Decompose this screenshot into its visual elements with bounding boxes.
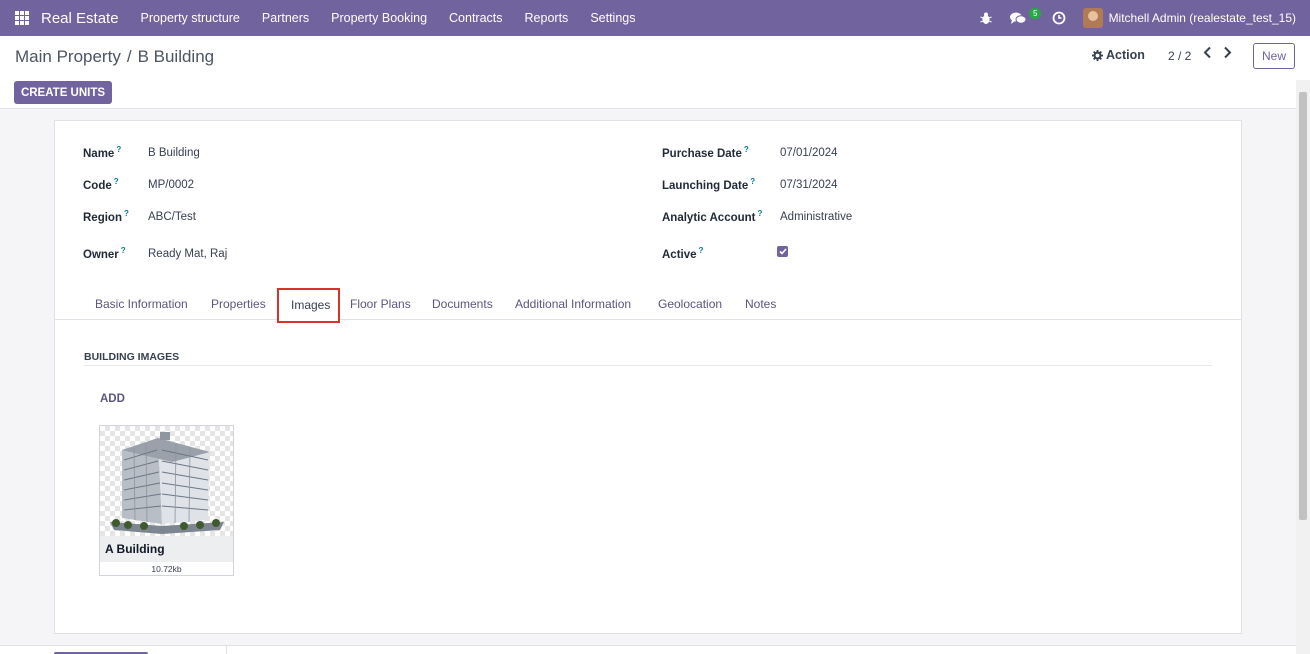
help-icon[interactable]: ? <box>121 246 126 255</box>
help-icon[interactable]: ? <box>124 209 129 218</box>
analytic-account-field[interactable]: Administrative <box>780 211 852 223</box>
tab-images[interactable]: Images <box>277 288 340 323</box>
pager-value[interactable]: 2 / 2 <box>1168 49 1191 63</box>
breadcrumb-parent[interactable]: Main Property <box>15 47 121 66</box>
help-icon[interactable]: ? <box>750 177 755 186</box>
active-checkbox[interactable] <box>777 246 788 257</box>
bug-icon[interactable] <box>978 10 994 26</box>
notebook-tabs: Basic Information Properties Images Floo… <box>55 288 1241 323</box>
menu-contracts[interactable]: Contracts <box>438 11 514 25</box>
region-field[interactable]: ABC/Test <box>148 211 196 223</box>
tab-geolocation[interactable]: Geolocation <box>658 297 722 311</box>
code-field[interactable]: MP/0002 <box>148 179 194 191</box>
control-panel: Main Property / B Building Action 2 / 2 Ne… <box>0 36 1310 109</box>
breadcrumb-separator: / <box>126 47 132 66</box>
scroll-thumb[interactable] <box>1299 92 1307 520</box>
apps-icon[interactable] <box>15 11 29 25</box>
menu-reports[interactable]: Reports <box>514 11 580 25</box>
active-label: Active? <box>662 246 704 261</box>
breadcrumb-current: B Building <box>137 47 215 66</box>
menu-partners[interactable]: Partners <box>251 11 320 25</box>
tab-basic-information[interactable]: Basic Information <box>95 297 188 311</box>
building-image[interactable] <box>100 426 233 536</box>
page-scrollbar[interactable] <box>1296 80 1310 654</box>
image-size: 10.72kb <box>151 564 182 574</box>
add-image-button[interactable]: ADD <box>100 393 125 405</box>
section-divider <box>84 365 1212 366</box>
region-label: Region? <box>83 209 129 224</box>
gear-icon <box>1092 49 1103 61</box>
menu-property-structure[interactable]: Property structure <box>130 11 251 25</box>
chat-icon[interactable] <box>1009 10 1027 26</box>
purchase-date-field[interactable]: 07/01/2024 <box>780 147 838 159</box>
chevron-right-icon[interactable] <box>1223 46 1232 63</box>
name-field[interactable]: B Building <box>148 147 200 159</box>
image-name: A Building <box>105 542 165 556</box>
tab-additional-information[interactable]: Additional Information <box>515 297 631 311</box>
action-button[interactable]: Action <box>1092 48 1145 62</box>
name-label: Name? <box>83 145 122 160</box>
chevron-left-icon[interactable] <box>1203 46 1212 63</box>
help-icon[interactable]: ? <box>116 145 121 154</box>
owner-field[interactable]: Ready Mat, Raj <box>148 248 227 260</box>
chatter-divider <box>226 646 227 654</box>
help-icon[interactable]: ? <box>744 145 749 154</box>
form-sheet: Name? B Building Code? MP/0002 Region? A… <box>54 120 1242 634</box>
help-icon[interactable]: ? <box>114 177 119 186</box>
tab-properties[interactable]: Properties <box>211 297 266 311</box>
app-brand[interactable]: Real Estate <box>41 10 119 27</box>
purchase-date-label: Purchase Date? <box>662 145 749 160</box>
launching-date-label: Launching Date? <box>662 177 756 192</box>
image-card[interactable]: A Building 10.72kb <box>99 425 234 576</box>
launching-date-field[interactable]: 07/31/2024 <box>780 179 838 191</box>
action-label: Action <box>1106 48 1145 62</box>
help-icon[interactable]: ? <box>699 246 704 255</box>
image-caption: A Building <box>100 536 233 562</box>
new-button[interactable]: New <box>1253 43 1295 69</box>
code-label: Code? <box>83 177 119 192</box>
tab-floor-plans[interactable]: Floor Plans <box>350 297 411 311</box>
user-menu[interactable]: Mitchell Admin (realestate_test_15) <box>1109 11 1296 25</box>
chatter-bar <box>0 645 1296 654</box>
section-title: BUILDING IMAGES <box>84 351 180 363</box>
create-units-button[interactable]: CREATE UNITS <box>14 81 112 104</box>
check-icon <box>778 248 787 255</box>
help-icon[interactable]: ? <box>758 209 763 218</box>
menu-property-booking[interactable]: Property Booking <box>320 11 438 25</box>
owner-label: Owner? <box>83 246 126 261</box>
clock-icon[interactable] <box>1051 10 1067 26</box>
tab-documents[interactable]: Documents <box>432 297 493 311</box>
avatar[interactable] <box>1082 8 1103 28</box>
tab-images-label: Images <box>291 298 331 312</box>
breadcrumb: Main Property / B Building <box>15 47 214 67</box>
top-navbar: Real Estate Property structure Partners … <box>0 0 1310 36</box>
analytic-account-label: Analytic Account? <box>662 209 763 224</box>
menu-settings[interactable]: Settings <box>579 11 646 25</box>
tab-notes[interactable]: Notes <box>745 297 776 311</box>
